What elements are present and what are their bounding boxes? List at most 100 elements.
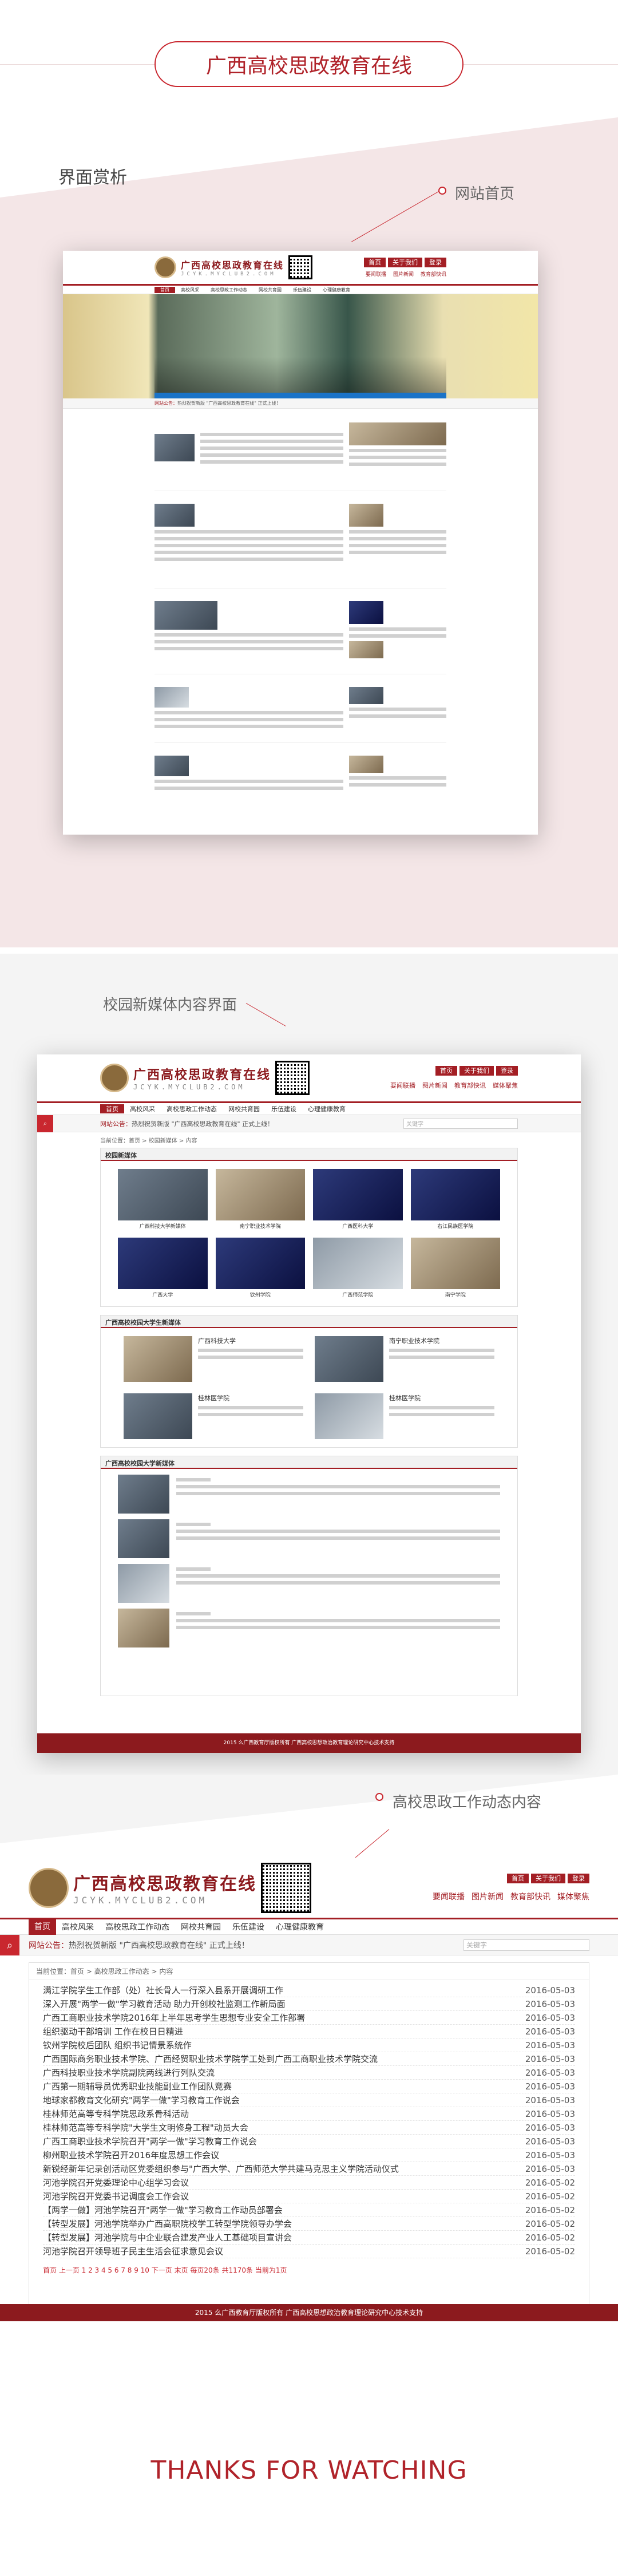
notice-text[interactable]: 热烈祝贺新版 "广西高校思政教育在线" 正式上线！ bbox=[69, 1939, 249, 1951]
home-button[interactable]: 首页 bbox=[435, 1066, 457, 1076]
news-title[interactable]: 【转型发展】河池学院与中企业联合建发产业人工基础项目宣讲会 bbox=[43, 2231, 292, 2243]
news-title[interactable]: 广西第一期辅导员优秀职业技能副业工作团队竞赛 bbox=[43, 2080, 232, 2092]
link-news[interactable]: 要闻联播 bbox=[366, 272, 386, 278]
nav-mental[interactable]: 心理健康教育 bbox=[302, 1104, 351, 1113]
dynamics-logo[interactable]: 广西高校思政教育在线 JCYK.MYCLUB2.COM bbox=[29, 1862, 311, 1913]
nav-coedu[interactable]: 网校共育园 bbox=[223, 1104, 266, 1113]
nav-mental[interactable]: 心理健康教育 bbox=[270, 1921, 330, 1933]
search-icon[interactable]: ⌕ bbox=[37, 1115, 53, 1132]
news-title[interactable]: 满江学院学生工作部（处）社长骨人一行深入县系开展调研工作 bbox=[43, 1984, 283, 1996]
table-row[interactable]: 河池学院召开党委理论中心组学习会议 2016-05-02 bbox=[43, 2176, 575, 2190]
table-row[interactable]: 深入开展"两学一做"学习教育活动 助力开创校社监测工作新局面 2016-05-03 bbox=[43, 1997, 575, 2011]
login-button[interactable]: 登录 bbox=[425, 257, 446, 267]
news-title[interactable]: 桂林师范高等专科学院"大学生文明修身工程"动员大会 bbox=[43, 2121, 248, 2134]
link-media[interactable]: 媒体聚焦 bbox=[493, 1082, 518, 1089]
login-button[interactable]: 登录 bbox=[568, 1873, 589, 1883]
nav-dynamics[interactable]: 高校思政工作动态 bbox=[100, 1921, 175, 1933]
news-title[interactable]: 深入开展"两学一做"学习教育活动 助力开创校社监测工作新局面 bbox=[43, 1998, 286, 2010]
news-title[interactable]: 【两学一做】河池学院召开"两学一做"学习教育工作动员部署会 bbox=[43, 2204, 283, 2216]
school-item[interactable]: 广西科技大学 bbox=[124, 1336, 303, 1382]
nav-home[interactable]: 首页 bbox=[100, 1104, 124, 1113]
table-row[interactable]: 河池学院召开党委书记调度会工作会议 2016-05-02 bbox=[43, 2190, 575, 2203]
news-title[interactable]: 广西科技职业技术学院副院两线进行列队交流 bbox=[43, 2067, 215, 2079]
table-row[interactable]: 广西科技职业技术学院副院两线进行列队交流 2016-05-03 bbox=[43, 2066, 575, 2080]
news-title[interactable]: 广西国际商务职业技术学院、广西经贸职业技术学院学工处到广西工商职业技术学院交流 bbox=[43, 2053, 378, 2065]
nav-team[interactable]: 乐伍建设 bbox=[227, 1921, 270, 1933]
list-item[interactable] bbox=[118, 1564, 500, 1609]
thumb-item[interactable]: 钦州学院 bbox=[215, 1238, 305, 1298]
nav-coedu[interactable]: 网校共育园 bbox=[253, 287, 287, 293]
news-title[interactable]: 河池学院召开领导班子民主生活会征求意见会议 bbox=[43, 2245, 223, 2257]
school-item[interactable]: 南宁职业技术学院 bbox=[315, 1336, 494, 1382]
list-item[interactable] bbox=[118, 1475, 500, 1519]
news-title[interactable]: 地球家都教育文化研究"两学一做"学习教育工作说会 bbox=[43, 2094, 240, 2106]
table-row[interactable]: 桂林师范高等专科学院"大学生文明修身工程"动员大会 2016-05-03 bbox=[43, 2121, 575, 2135]
table-row[interactable]: 广西工商职业技术学院召开"两学一做"学习教育工作说会 2016-05-03 bbox=[43, 2135, 575, 2148]
search-input[interactable]: 关键字 bbox=[403, 1119, 518, 1129]
home-button[interactable]: 首页 bbox=[507, 1873, 529, 1883]
news-title[interactable]: 【转型发展】河池学院举办广西高职院校学工转型学院领导办学会 bbox=[43, 2218, 292, 2230]
link-ministry[interactable]: 教育部快讯 bbox=[421, 272, 446, 278]
search-input[interactable]: 关键字 bbox=[464, 1939, 589, 1951]
table-row[interactable]: 广西国际商务职业技术学院、广西经贸职业技术学院学工处到广西工商职业技术学院交流 2… bbox=[43, 2052, 575, 2066]
nav-dynamics[interactable]: 高校思政工作动态 bbox=[205, 287, 253, 293]
notice-text[interactable]: 热烈祝贺新版 "广西高校思政教育在线" 正式上线！ bbox=[132, 1119, 274, 1128]
news-title[interactable]: 组织驱动干部培训 工作在校日日精进 bbox=[43, 2025, 183, 2037]
link-photo[interactable]: 图片新闻 bbox=[472, 1893, 504, 1902]
news-title[interactable]: 柳州职业技术学院召开2016年度思想工作会议 bbox=[43, 2149, 219, 2161]
site-logo[interactable]: 广西高校思政教育在线 JCYK.MYCLUB2.COM bbox=[154, 255, 313, 279]
table-row[interactable]: 【转型发展】河池学院举办广西高职院校学工转型学院领导办学会 2016-05-02 bbox=[43, 2217, 575, 2231]
table-row[interactable]: 组织驱动干部培训 工作在校日日精进 2016-05-03 bbox=[43, 2025, 575, 2038]
search-icon[interactable]: ⌕ bbox=[0, 1935, 19, 1955]
list-item[interactable] bbox=[118, 1609, 500, 1653]
nav-style[interactable]: 高校风采 bbox=[175, 287, 205, 293]
table-row[interactable]: 地球家都教育文化研究"两学一做"学习教育工作说会 2016-05-03 bbox=[43, 2093, 575, 2107]
home-button[interactable]: 首页 bbox=[364, 257, 386, 267]
table-row[interactable]: 【转型发展】河池学院与中企业联合建发产业人工基础项目宣讲会 2016-05-02 bbox=[43, 2231, 575, 2245]
thumb-item[interactable]: 广西大学 bbox=[118, 1238, 208, 1298]
thumb-item[interactable]: 南宁职业技术学院 bbox=[215, 1169, 305, 1230]
table-row[interactable]: 柳州职业技术学院召开2016年度思想工作会议 2016-05-03 bbox=[43, 2148, 575, 2162]
thumb-item[interactable]: 右江民族医学院 bbox=[410, 1169, 500, 1230]
about-button[interactable]: 关于我们 bbox=[531, 1873, 565, 1883]
link-photo[interactable]: 图片新闻 bbox=[422, 1082, 447, 1089]
nav-home[interactable]: 首页 bbox=[154, 286, 175, 293]
nav-style[interactable]: 高校风采 bbox=[124, 1104, 161, 1113]
table-row[interactable]: 桂林师范高等专科学院思政系骨科活动 2016-05-03 bbox=[43, 2107, 575, 2121]
thumb-item[interactable]: 南宁学院 bbox=[410, 1238, 500, 1298]
school-item[interactable]: 桂林医学院 bbox=[315, 1393, 494, 1439]
nav-home[interactable]: 首页 bbox=[29, 1919, 56, 1935]
login-button[interactable]: 登录 bbox=[496, 1066, 518, 1076]
thumb-item[interactable]: 广西科技大学新媒体 bbox=[118, 1169, 208, 1230]
news-title[interactable]: 广西工商职业技术学院2016年上半年思考学生思想专业安全工作部署 bbox=[43, 2012, 305, 2024]
list-item[interactable] bbox=[118, 1519, 500, 1564]
table-row[interactable]: 广西第一期辅导员优秀职业技能副业工作团队竞赛 2016-05-03 bbox=[43, 2080, 575, 2093]
link-ministry[interactable]: 教育部快讯 bbox=[510, 1893, 550, 1902]
nav-team[interactable]: 乐伍建设 bbox=[287, 287, 317, 293]
nav-mental[interactable]: 心理健康教育 bbox=[317, 287, 356, 293]
table-row[interactable]: 河池学院召开领导班子民主生活会征求意见会议 2016-05-02 bbox=[43, 2245, 575, 2258]
table-row[interactable]: 新锐经新年记录创活动区党委组织参与"广西大学、广西师范大学共建马克思主义学院活动… bbox=[43, 2162, 575, 2176]
about-button[interactable]: 关于我们 bbox=[459, 1066, 494, 1076]
notice-text[interactable]: 热烈祝贺新版 "广西高校思政教育在线" 正式上线！ bbox=[177, 400, 280, 406]
pagination[interactable]: 首页 上一页 1 2 3 4 5 6 7 8 9 10 下一页 末页 每页20条… bbox=[29, 2262, 589, 2278]
link-media[interactable]: 媒体聚焦 bbox=[557, 1893, 589, 1902]
link-ministry[interactable]: 教育部快讯 bbox=[454, 1082, 486, 1089]
nav-team[interactable]: 乐伍建设 bbox=[266, 1104, 302, 1113]
media-logo[interactable]: 广西高校思政教育在线 JCYK.MYCLUB2.COM bbox=[100, 1061, 310, 1095]
link-news[interactable]: 要闻联播 bbox=[390, 1082, 415, 1089]
news-title[interactable]: 桂林师范高等专科学院思政系骨科活动 bbox=[43, 2108, 189, 2120]
about-button[interactable]: 关于我们 bbox=[388, 257, 422, 267]
news-title[interactable]: 河池学院召开党委理论中心组学习会议 bbox=[43, 2176, 189, 2188]
table-row[interactable]: 广西工商职业技术学院2016年上半年思考学生思想专业安全工作部署 2016-05-… bbox=[43, 2011, 575, 2025]
link-news[interactable]: 要闻联播 bbox=[433, 1893, 465, 1902]
table-row[interactable]: 【两学一做】河池学院召开"两学一做"学习教育工作动员部署会 2016-05-02 bbox=[43, 2203, 575, 2217]
link-photo[interactable]: 图片新闻 bbox=[393, 272, 414, 278]
table-row[interactable]: 满江学院学生工作部（处）社长骨人一行深入县系开展调研工作 2016-05-03 bbox=[43, 1984, 575, 1997]
thumb-item[interactable]: 广西医科大学 bbox=[313, 1169, 403, 1230]
nav-dynamics[interactable]: 高校思政工作动态 bbox=[161, 1104, 223, 1113]
news-title[interactable]: 新锐经新年记录创活动区党委组织参与"广西大学、广西师范大学共建马克思主义学院活动… bbox=[43, 2163, 399, 2175]
school-item[interactable]: 桂林医学院 bbox=[124, 1393, 303, 1439]
news-title[interactable]: 广西工商职业技术学院召开"两学一做"学习教育工作说会 bbox=[43, 2135, 257, 2147]
nav-style[interactable]: 高校风采 bbox=[56, 1921, 100, 1933]
